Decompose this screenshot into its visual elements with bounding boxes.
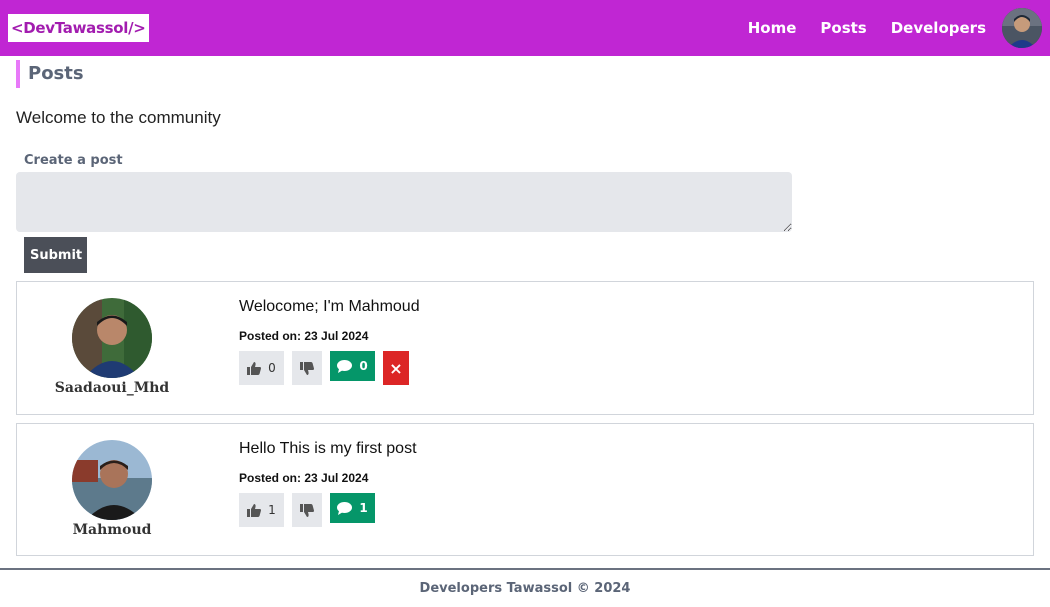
- comment-icon: [337, 501, 353, 515]
- nav-developers-link[interactable]: Developers: [891, 19, 986, 37]
- post-item: Mahmoud Hello This is my first post Post…: [16, 423, 1034, 556]
- page-title: Posts: [16, 60, 84, 88]
- create-post-textarea[interactable]: [16, 172, 792, 232]
- like-count: 1: [268, 503, 276, 517]
- post-item: Saadaoui_Mhd Welocome; I'm Mahmoud Poste…: [16, 281, 1034, 415]
- thumbs-up-icon: [247, 503, 262, 517]
- author-name[interactable]: Mahmoud: [17, 522, 207, 538]
- like-count: 0: [268, 361, 276, 375]
- author-avatar[interactable]: [72, 440, 152, 520]
- author-avatar[interactable]: [72, 298, 152, 378]
- nav-links: Home Posts Developers: [724, 0, 986, 56]
- author-avatar-image: [72, 298, 152, 378]
- thumbs-down-icon: [300, 503, 314, 517]
- comment-icon: [337, 359, 353, 373]
- nav-home-link[interactable]: Home: [748, 19, 797, 37]
- user-avatar[interactable]: [1002, 8, 1042, 48]
- footer: Developers Tawassol © 2024: [0, 568, 1050, 607]
- user-avatar-image: [1002, 8, 1042, 48]
- logo[interactable]: <DevTawassol/>: [8, 14, 149, 42]
- comment-count: 0: [359, 359, 368, 373]
- post-date: Posted on: 23 Jul 2024: [239, 329, 369, 343]
- thumbs-up-icon: [247, 361, 262, 375]
- author-avatar-image: [72, 440, 152, 520]
- post-date: Posted on: 23 Jul 2024: [239, 471, 369, 485]
- nav-posts-link[interactable]: Posts: [820, 19, 866, 37]
- delete-button[interactable]: ×: [383, 351, 409, 385]
- close-icon: ×: [389, 358, 403, 378]
- comments-button[interactable]: 0: [330, 351, 375, 381]
- dislike-button[interactable]: [292, 493, 322, 527]
- comments-button[interactable]: 1: [330, 493, 375, 523]
- create-post-label: Create a post: [24, 153, 123, 168]
- navbar: <DevTawassol/> Home Posts Developers: [0, 0, 1050, 56]
- welcome-text: Welcome to the community: [16, 108, 221, 127]
- like-button[interactable]: 1: [239, 493, 284, 527]
- author-name[interactable]: Saadaoui_Mhd: [17, 380, 207, 396]
- post-text: Hello This is my first post: [239, 440, 417, 457]
- post-text: Welocome; I'm Mahmoud: [239, 298, 420, 315]
- submit-button[interactable]: Submit: [24, 237, 87, 273]
- like-button[interactable]: 0: [239, 351, 284, 385]
- dislike-button[interactable]: [292, 351, 322, 385]
- comment-count: 1: [359, 501, 368, 515]
- thumbs-down-icon: [300, 361, 314, 375]
